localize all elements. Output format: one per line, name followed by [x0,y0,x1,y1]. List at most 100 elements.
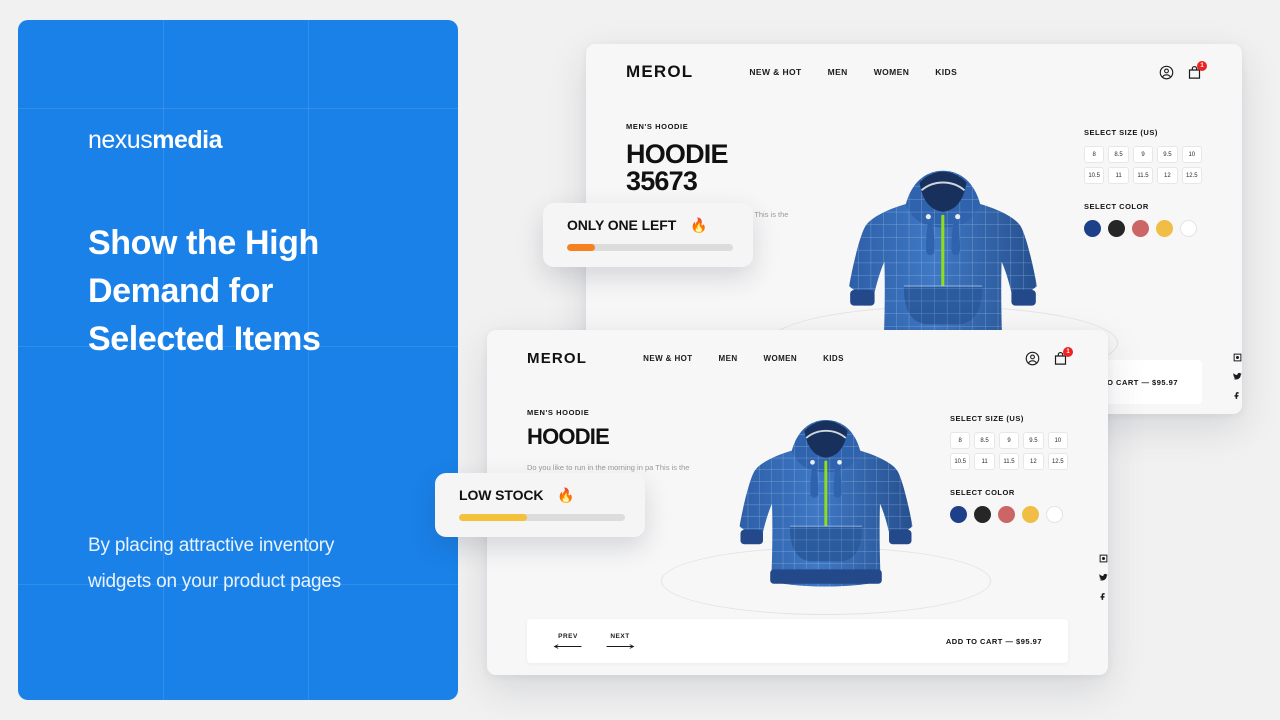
product-eyebrow: MEN'S HOODIE [626,122,689,131]
facebook-icon[interactable] [1233,391,1242,400]
stock-progress-fill [567,244,596,251]
slide-canvas: nexusmedia Show the High Demand for Sele… [0,0,1280,720]
size-option[interactable]: 12 [1157,167,1178,184]
size-grid: 8 8.5 9 9.5 10 10.5 11 11.5 12 12.5 [950,432,1068,470]
size-option[interactable]: 10.5 [1084,167,1105,184]
store-brand-logo[interactable]: MEROL [527,350,587,367]
nexusmedia-logo: nexusmedia [88,126,408,155]
size-option[interactable]: 10 [1047,432,1068,449]
size-option[interactable]: 11.5 [1132,167,1154,184]
size-option[interactable]: 8 [950,432,971,449]
nav-icon-group: 1 [1159,60,1207,80]
size-section-label: SELECT SIZE (US) [1084,128,1158,137]
store-navbar: MEROL NEW & HOT MEN WOMEN KIDS 1 [487,330,1108,386]
hoodie-product-image [735,411,917,609]
color-swatch-black[interactable] [1108,220,1125,237]
prev-product-button[interactable]: PREV [553,633,583,650]
color-swatch-red[interactable] [998,506,1015,523]
size-option[interactable]: 11 [974,453,995,470]
nav-link-men[interactable]: MEN [719,354,738,363]
stock-widget-only-one-left: ONLY ONE LEFT 🔥 [543,203,753,267]
nav-links: NEW & HOT MEN WOMEN KIDS [643,354,844,363]
promo-panel: nexusmedia Show the High Demand for Sele… [18,20,458,700]
color-swatch-navy[interactable] [950,506,967,523]
stock-widget-header: ONLY ONE LEFT 🔥 [567,217,733,233]
color-swatch-yellow[interactable] [1156,220,1173,237]
stock-progress-bar [567,244,733,251]
product-title: HOODIE [527,424,610,449]
next-label: NEXT [610,632,630,640]
nav-link-kids[interactable]: KIDS [935,67,957,77]
fire-icon: 🔥 [690,217,708,233]
nav-link-kids[interactable]: KIDS [823,354,844,363]
cart-count-badge: 1 [1063,346,1073,357]
stock-widget-label: ONLY ONE LEFT [567,217,677,233]
twitter-icon[interactable] [1099,573,1108,582]
arrow-right-icon [605,643,635,650]
stock-progress-bar [459,514,625,521]
size-section-label: SELECT SIZE (US) [950,414,1024,423]
nav-links: NEW & HOT MEN WOMEN KIDS [749,67,957,77]
size-option[interactable]: 9 [1132,146,1154,163]
nav-link-new-hot[interactable]: NEW & HOT [643,354,692,363]
product-eyebrow: MEN'S HOODIE [527,408,590,417]
color-swatch-red[interactable] [1132,220,1149,237]
size-option[interactable]: 9.5 [1023,432,1044,449]
size-option[interactable]: 12.5 [1047,453,1068,470]
size-option[interactable]: 8 [1084,146,1105,163]
size-option[interactable]: 11 [1108,167,1129,184]
size-option[interactable]: 12.5 [1181,167,1202,184]
user-circle-icon[interactable] [1159,65,1174,80]
size-option[interactable]: 11.5 [998,453,1020,470]
size-grid: 8 8.5 9 9.5 10 10.5 11 11.5 12 12.5 [1084,146,1202,184]
store-navbar: MEROL NEW & HOT MEN WOMEN KIDS 1 [586,44,1242,100]
stock-widget-low-stock: LOW STOCK 🔥 [435,473,645,537]
social-links [1233,353,1242,400]
color-section-label: SELECT COLOR [950,488,1015,497]
facebook-icon[interactable] [1099,592,1108,601]
product-title: HOODIE 35673 [626,139,729,196]
size-option[interactable]: 9 [998,432,1020,449]
promo-subtext: By placing attractive inventory widgets … [88,535,341,592]
size-option[interactable]: 8.5 [1108,146,1129,163]
color-swatch-white[interactable] [1046,506,1063,523]
color-swatch-black[interactable] [974,506,991,523]
user-circle-icon[interactable] [1025,351,1040,366]
add-to-cart-button[interactable]: ADD TO CART — $95.97 [946,637,1042,646]
social-links [1099,554,1108,601]
color-swatch-navy[interactable] [1084,220,1101,237]
fire-icon: 🔥 [557,487,575,503]
arrow-left-icon [553,643,583,650]
stock-widget-header: LOW STOCK 🔥 [459,487,625,503]
size-option[interactable]: 12 [1023,453,1044,470]
nav-link-women[interactable]: WOMEN [874,67,910,77]
store-brand-logo[interactable]: MEROL [626,62,693,82]
color-section-label: SELECT COLOR [1084,202,1149,211]
color-swatch-yellow[interactable] [1022,506,1039,523]
promo-headline: Show the High Demand for Selected Items [88,224,321,358]
cart-count-badge: 1 [1197,60,1207,71]
color-swatch-row [1084,220,1202,237]
color-swatch-white[interactable] [1180,220,1197,237]
logo-text-bold: media [152,126,222,154]
product-footer-bar: PREV NEXT ADD TO CART — $95.97 [527,619,1068,663]
next-product-button[interactable]: NEXT [605,633,635,650]
size-option[interactable]: 9.5 [1157,146,1178,163]
size-option[interactable]: 10.5 [950,453,971,470]
size-option[interactable]: 8.5 [974,432,995,449]
shopping-bag-icon[interactable]: 1 [1187,60,1207,80]
prev-label: PREV [558,632,578,640]
logo-text-light: nexus [88,126,153,154]
nav-link-women[interactable]: WOMEN [764,354,798,363]
size-option[interactable]: 10 [1181,146,1202,163]
nav-link-new-hot[interactable]: NEW & HOT [749,67,801,77]
stock-widget-label: LOW STOCK [459,487,544,503]
shopping-bag-icon[interactable]: 1 [1053,346,1073,366]
twitter-icon[interactable] [1233,372,1242,381]
stock-progress-fill [459,514,528,521]
nav-link-men[interactable]: MEN [828,67,848,77]
color-swatch-row [950,506,1068,523]
instagram-icon[interactable] [1099,554,1108,563]
nav-icon-group: 1 [1025,346,1073,366]
instagram-icon[interactable] [1233,353,1242,362]
